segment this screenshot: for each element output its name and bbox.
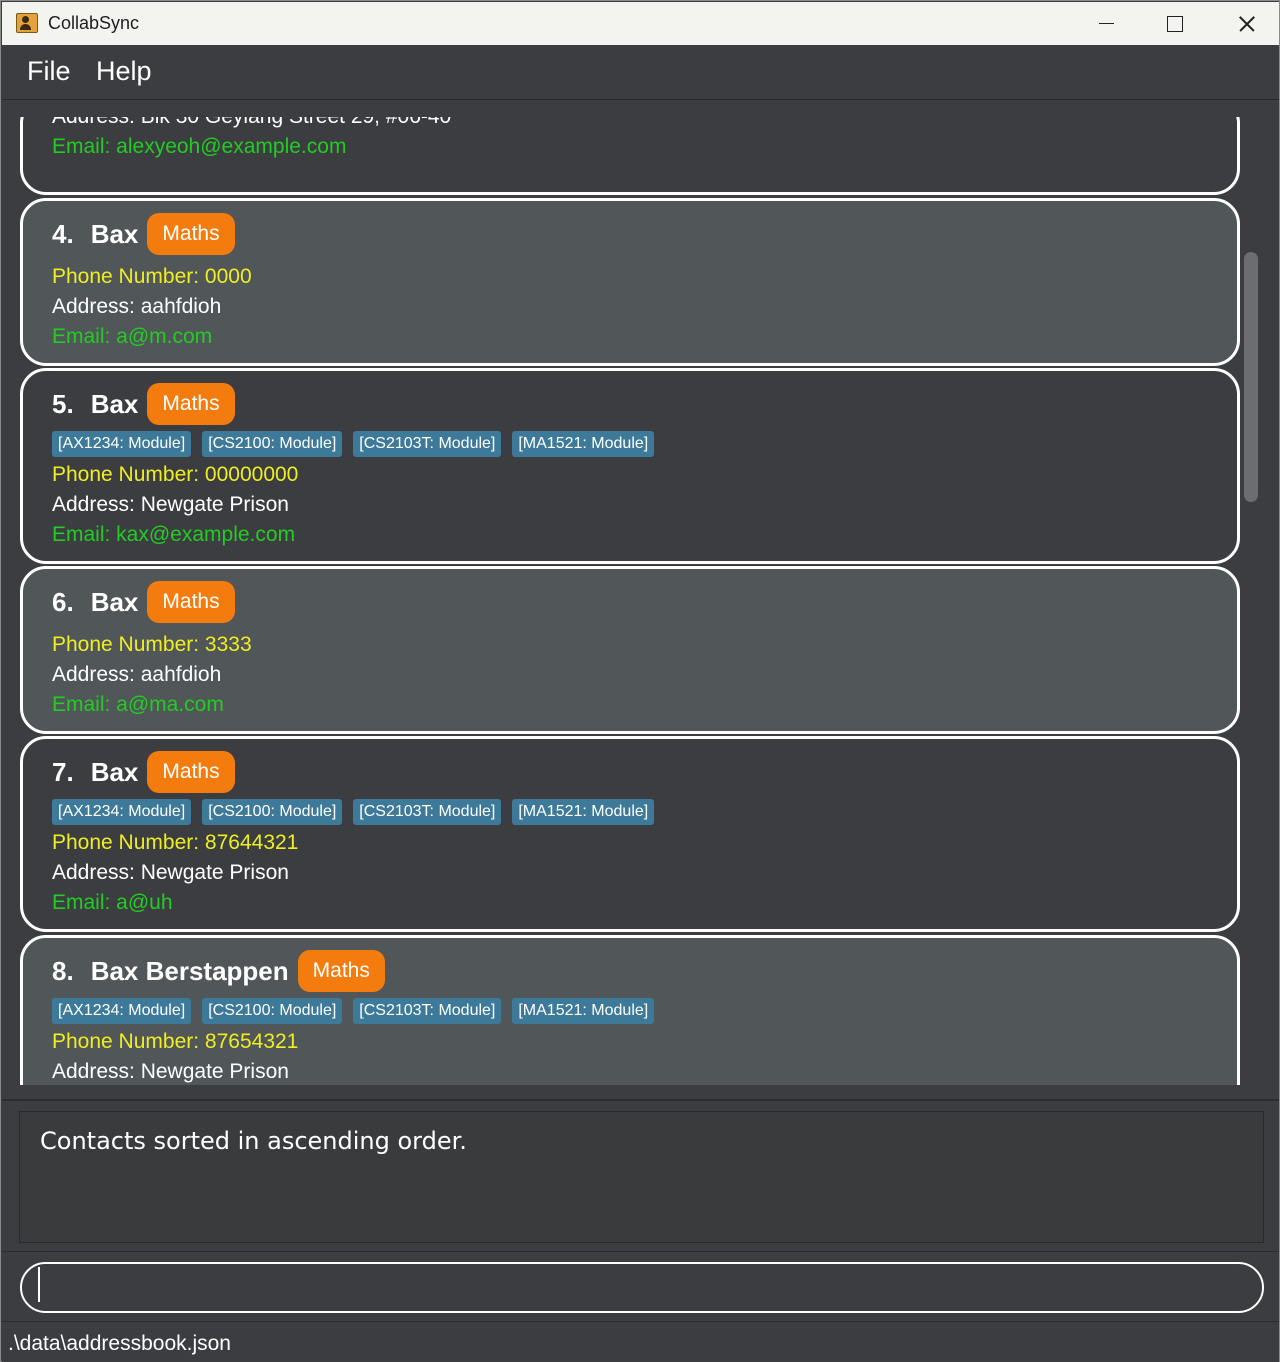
name-row: 5. Bax Maths [52, 383, 235, 425]
name-row: 6. Bax Maths [52, 581, 235, 623]
contact-card-5[interactable]: 5. Bax Maths [AX1234: Module] [CS2100: Mo… [20, 368, 1240, 564]
command-input[interactable] [20, 1262, 1264, 1313]
contact-phone: Phone Number: 3333 [52, 633, 252, 656]
contact-name-text: Bax [90, 586, 139, 617]
scrollbar-thumb[interactable] [1244, 252, 1258, 502]
module-tag: [MA1521: Module] [512, 998, 655, 1024]
contact-card-7[interactable]: 7. Bax Maths [AX1234: Module] [CS2100: Mo… [20, 736, 1240, 932]
module-tag: [CS2103T: Module] [353, 799, 502, 825]
module-tags: [AX1234: Module] [CS2100: Module] [CS210… [52, 799, 665, 825]
name-row: 8. Bax Berstappen Maths [52, 950, 385, 992]
result-panel: Contacts sorted in ascending order. [2, 1099, 1279, 1251]
contact-phone: Phone Number: 00000000 [52, 463, 299, 486]
contact-email: Email: a@m.com [52, 325, 213, 348]
result-message: Contacts sorted in ascending order. [40, 1127, 467, 1155]
subject-tag: Maths [147, 213, 235, 255]
subject-tag: Maths [147, 383, 235, 425]
maximize-button[interactable] [1141, 2, 1209, 45]
menu-file[interactable]: File [27, 56, 71, 87]
contact-address: Address: Blk 30 Geylang Street 29, #06-4… [52, 117, 451, 129]
app-window: CollabSync File Help Address: Blk 30 Gey… [0, 0, 1280, 1362]
contact-index: 5. [52, 388, 74, 419]
menu-bar: File Help [2, 45, 1279, 100]
module-tag: [AX1234: Module] [52, 799, 192, 825]
module-tags: [AX1234: Module] [CS2100: Module] [CS210… [52, 431, 665, 457]
contact-phone: Phone Number: 87644321 [52, 831, 299, 854]
module-tag: [CS2100: Module] [202, 799, 343, 825]
contact-email: Email: a@uh [52, 891, 173, 914]
module-tags: [AX1234: Module] [CS2100: Module] [CS210… [52, 998, 665, 1024]
command-panel [2, 1251, 1279, 1321]
module-tag: [CS2103T: Module] [353, 431, 502, 457]
contact-name-text: Bax Berstappen [90, 955, 289, 986]
contact-index: 6. [52, 586, 74, 617]
contact-name: 8. Bax Berstappen [52, 956, 289, 987]
name-row: 7. Bax Maths [52, 751, 235, 793]
module-tag: [MA1521: Module] [512, 799, 655, 825]
contact-name: 6. Bax [52, 587, 138, 618]
list-scrollbar[interactable] [1240, 117, 1260, 1085]
contact-name-text: Bax [90, 388, 139, 419]
contact-email: Email: a@ma.com [52, 693, 224, 716]
contact-name-text: Bax [90, 218, 139, 249]
contact-address: Address: Newgate Prison [52, 861, 289, 884]
contact-name-text: Bax [90, 756, 139, 787]
minimize-button[interactable] [1073, 2, 1141, 45]
result-display: Contacts sorted in ascending order. [19, 1111, 1264, 1243]
subject-tag: Maths [297, 950, 385, 992]
save-file-path: .\data\addressbook.json [8, 1332, 231, 1355]
contact-card-8[interactable]: 8. Bax Berstappen Maths [AX1234: Module] … [20, 935, 1240, 1085]
subject-tag: Maths [147, 581, 235, 623]
contact-card-4[interactable]: 4. Bax Maths Phone Number: 0000 Address: … [20, 198, 1240, 366]
status-bar: .\data\addressbook.json [2, 1321, 1279, 1362]
window-title: CollabSync [48, 13, 140, 33]
text-caret [38, 1267, 40, 1302]
module-tag: [CS2103T: Module] [353, 998, 502, 1024]
app-icon [16, 13, 38, 33]
contact-name: 4. Bax [52, 219, 138, 250]
module-tag: [CS2100: Module] [202, 431, 343, 457]
contact-phone: Phone Number: 0000 [52, 265, 252, 288]
name-row: 4. Bax Maths [52, 213, 235, 255]
contact-address: Address: aahfdioh [52, 663, 222, 686]
subject-tag: Maths [147, 751, 235, 793]
contact-address: Address: Newgate Prison [52, 1060, 289, 1083]
module-tag: [AX1234: Module] [52, 998, 192, 1024]
contact-card-6[interactable]: 6. Bax Maths Phone Number: 3333 Address: … [20, 566, 1240, 734]
contact-address: Address: aahfdioh [52, 295, 222, 318]
contact-list[interactable]: Address: Blk 30 Geylang Street 29, #06-4… [20, 117, 1240, 1085]
contact-phone: Phone Number: 87654321 [52, 1030, 299, 1053]
contact-email: Email: kax@example.com [52, 523, 296, 546]
contact-name: 5. Bax [52, 389, 138, 420]
contact-index: 8. [52, 955, 74, 986]
title-bar: CollabSync [2, 2, 1279, 45]
contact-index: 4. [52, 218, 74, 249]
contact-name: 7. Bax [52, 757, 138, 788]
contact-email: Email: alexyeoh@example.com [52, 135, 347, 158]
menu-help[interactable]: Help [96, 56, 152, 87]
close-button[interactable] [1211, 2, 1279, 45]
module-tag: [AX1234: Module] [52, 431, 192, 457]
contact-card-partial[interactable]: Address: Blk 30 Geylang Street 29, #06-4… [20, 117, 1240, 195]
contact-address: Address: Newgate Prison [52, 493, 289, 516]
module-tag: [CS2100: Module] [202, 998, 343, 1024]
module-tag: [MA1521: Module] [512, 431, 655, 457]
contact-index: 7. [52, 756, 74, 787]
